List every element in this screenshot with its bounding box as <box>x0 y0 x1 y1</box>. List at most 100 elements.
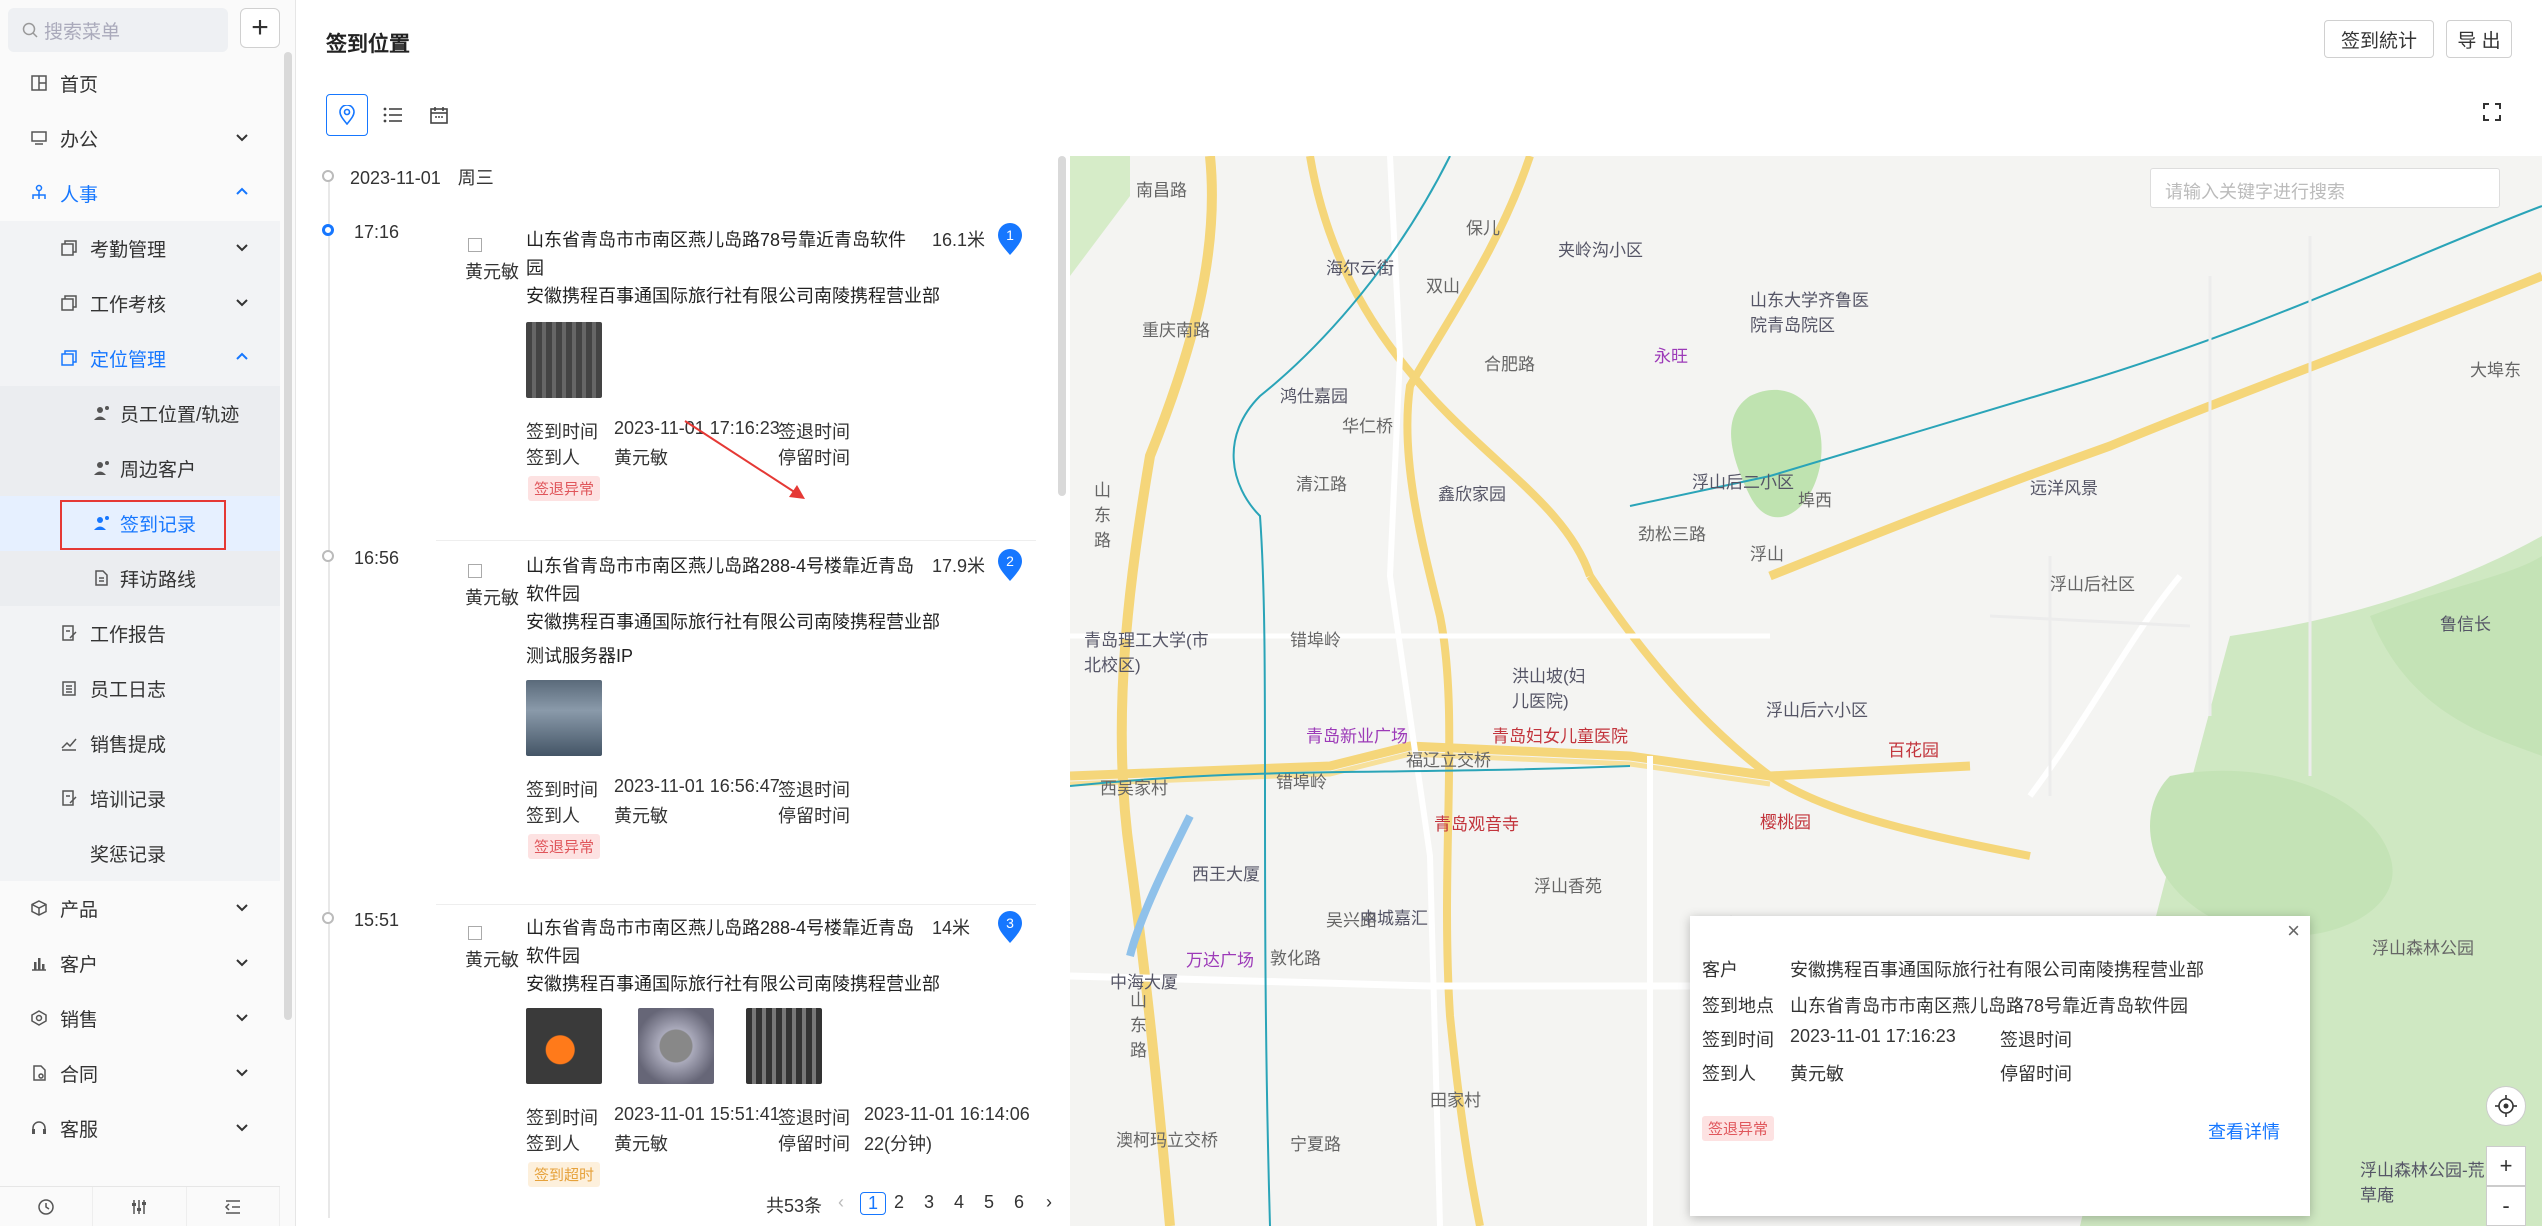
monitor-icon <box>31 131 47 145</box>
nav-item-service[interactable]: 客服 <box>0 1101 280 1156</box>
record-photo[interactable] <box>746 1008 822 1084</box>
prev-page-button[interactable]: ‹ <box>838 1192 844 1213</box>
page-4[interactable]: 4 <box>954 1192 964 1213</box>
map-label: 宁夏路 <box>1290 1135 1341 1154</box>
zoom-out-button[interactable]: - <box>2486 1186 2526 1226</box>
checkin-stats-button[interactable]: 签到統计 <box>2324 20 2434 58</box>
popup-close-button[interactable]: × <box>2287 918 2300 944</box>
settings-button[interactable] <box>93 1187 187 1226</box>
nav-item-office[interactable]: 办公 <box>0 111 280 166</box>
map-label: 保儿 <box>1466 219 1500 238</box>
chevron-up-icon <box>236 187 248 195</box>
checkin-value: 2023-11-01 16:56:47 <box>614 776 780 796</box>
nav-item-label: 办公 <box>60 130 99 151</box>
nav-item-home[interactable]: 首页 <box>0 56 280 111</box>
calendar-view-button[interactable] <box>418 94 460 136</box>
popup-customer-value: 安徽携程百事通国际旅行社有限公司南陵携程营业部 <box>1790 960 2204 980</box>
map-view-button[interactable] <box>326 94 368 136</box>
hr-submenu: 考勤管理 工作考核 定位管理 员工位置/轨迹 周边客户 签到记录 拜访路线 工作… <box>0 221 280 881</box>
avatar: 黄元敏 <box>462 564 522 610</box>
copy-icon <box>61 350 77 366</box>
nav-item-employee-log[interactable]: 员工日志 <box>0 661 280 716</box>
record-distance: 16.1米 <box>932 230 986 250</box>
nav-item-work-report[interactable]: 工作报告 <box>0 606 280 661</box>
pin-number: 1 <box>1006 227 1014 243</box>
nav-item-appraisal[interactable]: 工作考核 <box>0 276 280 331</box>
list-view-button[interactable] <box>372 94 414 136</box>
map-poi: 百花园 <box>1888 741 1939 760</box>
grid-icon <box>31 75 47 91</box>
collapse-button[interactable] <box>187 1187 280 1226</box>
chart-icon <box>61 738 77 751</box>
nav-item-employee-track[interactable]: 员工位置/轨迹 <box>0 386 280 441</box>
locate-button[interactable] <box>2486 1086 2526 1126</box>
chevron-down-icon <box>236 959 248 967</box>
map-poi: 鑫欣家园 <box>1438 485 1506 504</box>
bar-chart-icon <box>32 958 46 971</box>
location-icon <box>339 105 355 125</box>
view-details-link[interactable]: 查看详情 <box>2208 1118 2280 1144</box>
nav-item-label: 工作考核 <box>90 295 167 316</box>
fullscreen-button[interactable] <box>2482 102 2502 127</box>
page-header: 签到位置 签到統计 导 出 <box>296 6 2542 70</box>
nav-item-sales-commission[interactable]: 销售提成 <box>0 716 280 771</box>
page-1[interactable]: 1 <box>860 1192 887 1215</box>
nav-item-label: 周边客户 <box>120 460 197 481</box>
nav-item-contract[interactable]: 合同 <box>0 1046 280 1101</box>
highlight-box <box>60 500 226 550</box>
export-button[interactable]: 导 出 <box>2446 20 2512 58</box>
calendar-icon <box>430 107 448 124</box>
popup-location-label: 签到地点 <box>1702 996 1774 1016</box>
record-photo[interactable] <box>526 1008 602 1084</box>
chevron-down-icon <box>236 904 248 912</box>
chevron-down-icon <box>236 244 248 252</box>
avatar-image <box>468 564 482 578</box>
nav-item-checkin-records[interactable]: 签到记录 <box>0 496 280 551</box>
map-canvas[interactable]: 请输入关键字进行搜索 南昌路 海尔云街 重庆南路 鸿仕嘉园 华仁桥 清江路 双山… <box>1070 156 2542 1226</box>
nav-item-sales[interactable]: 销售 <box>0 991 280 1046</box>
nav-item-rewards[interactable]: 奖惩记录 <box>0 826 280 881</box>
stay-label: 停留时间 <box>778 1134 850 1154</box>
record-photo[interactable] <box>526 322 602 398</box>
edit-doc-icon <box>62 790 77 806</box>
locate-icon <box>2495 1095 2517 1117</box>
pin-number: 2 <box>1006 553 1014 569</box>
map-label: 劲松三路 <box>1638 525 1706 544</box>
list-scrollbar[interactable] <box>1058 156 1066 496</box>
nav-item-attendance[interactable]: 考勤管理 <box>0 221 280 276</box>
nav-item-nearby-customers[interactable]: 周边客户 <box>0 441 280 496</box>
history-button[interactable] <box>0 1187 94 1226</box>
nav-item-product[interactable]: 产品 <box>0 881 280 936</box>
nav-item-customer[interactable]: 客户 <box>0 936 280 991</box>
map-poi: 远洋风景 <box>2030 479 2098 498</box>
page-3[interactable]: 3 <box>924 1192 934 1213</box>
nav-item-visit-route[interactable]: 拜访路线 <box>0 551 280 606</box>
checkin-label: 签到时间 <box>526 780 598 800</box>
map-poi: 浮山后二小区 <box>1692 473 1794 492</box>
map-poi: 山东大学齐鲁医院青岛院区 <box>1750 291 1869 335</box>
zoom-in-button[interactable]: + <box>2486 1146 2526 1186</box>
page-6[interactable]: 6 <box>1014 1192 1024 1213</box>
menu-search-input[interactable]: 搜索菜单 <box>8 8 228 52</box>
fullscreen-icon <box>2483 103 2501 121</box>
pagination: 共53条 ‹ 1 2 3 4 5 6 › <box>296 1184 1066 1224</box>
user-pin-icon <box>94 461 109 475</box>
record-photo[interactable] <box>526 680 602 756</box>
nav-item-hr[interactable]: 人事 <box>0 166 280 221</box>
nav-item-training[interactable]: 培训记录 <box>0 771 280 826</box>
checkin-record[interactable]: 15:51 黄元敏 山东省青岛市市南区燕儿岛路288-4号楼靠近青岛软件园 14… <box>296 910 1066 1226</box>
record-note: 测试服务器IP <box>526 646 634 666</box>
map-search-input[interactable]: 请输入关键字进行搜索 <box>2150 168 2500 208</box>
nav-item-label: 考勤管理 <box>90 240 167 261</box>
map-label: 西吴家村 <box>1100 779 1168 798</box>
page-2[interactable]: 2 <box>894 1192 904 1213</box>
nav-item-location[interactable]: 定位管理 <box>0 331 280 386</box>
add-button[interactable]: + <box>240 8 280 48</box>
record-photo[interactable] <box>638 1008 714 1084</box>
sidebar-scrollbar[interactable] <box>284 52 292 1020</box>
target-icon <box>31 1010 47 1026</box>
checkin-record[interactable]: 16:56 黄元敏 山东省青岛市市南区燕儿岛路288-4号楼靠近青岛软件园 17… <box>296 548 1066 908</box>
page-5[interactable]: 5 <box>984 1192 994 1213</box>
next-page-button[interactable]: › <box>1046 1192 1052 1213</box>
divider <box>436 904 1036 905</box>
